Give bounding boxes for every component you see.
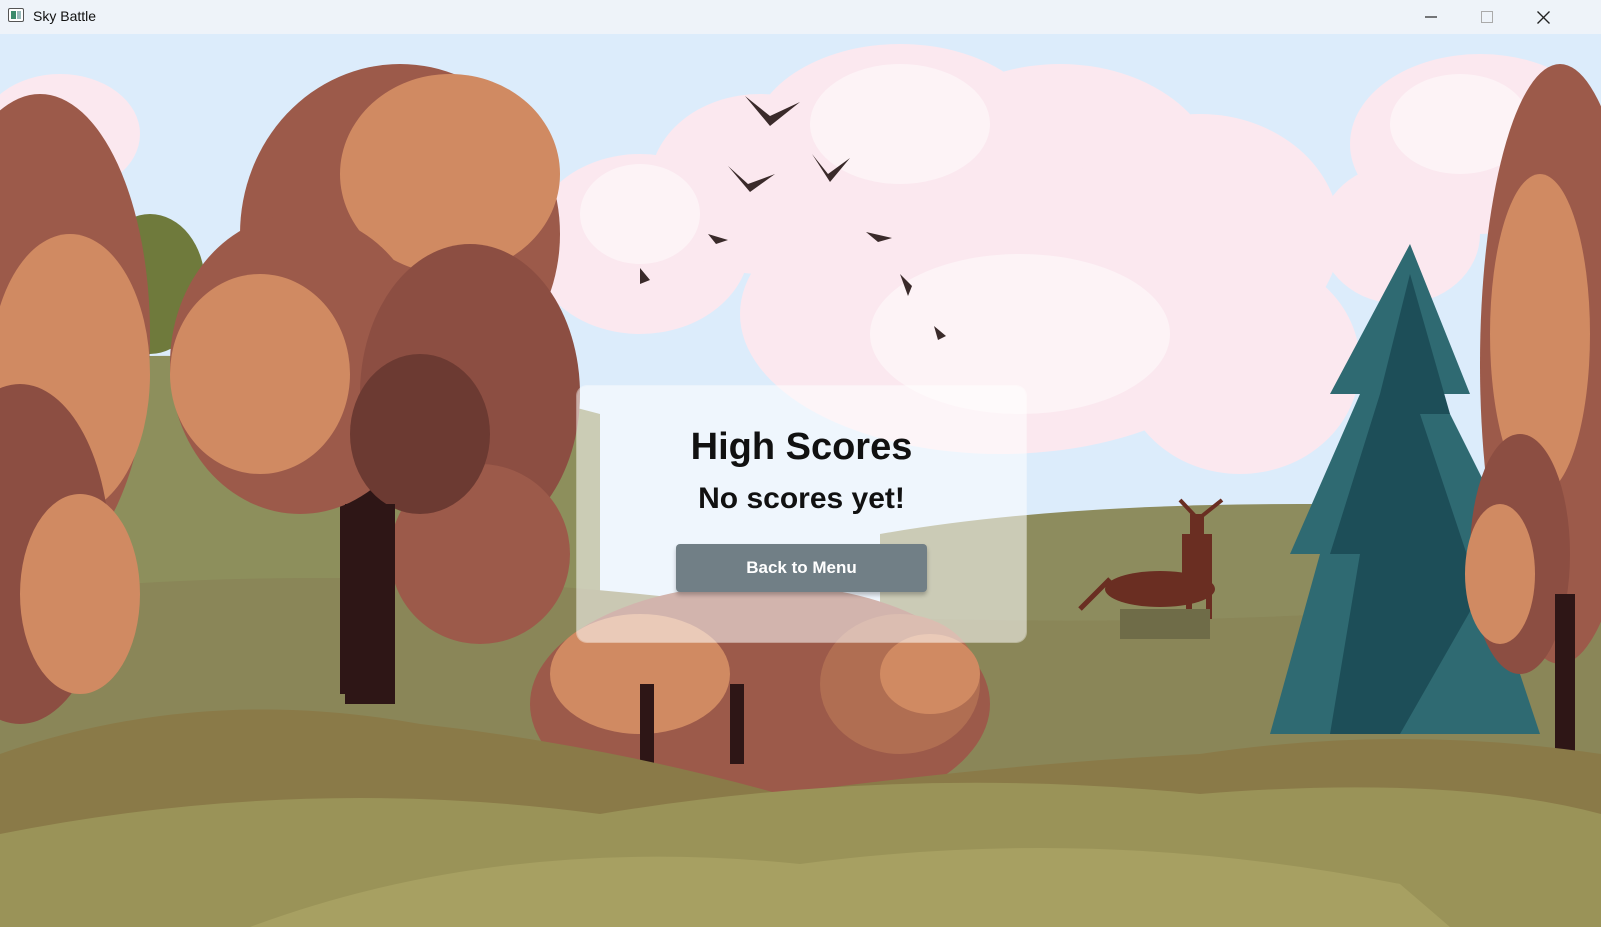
window-title: Sky Battle xyxy=(33,8,97,24)
no-scores-message: No scores yet! xyxy=(698,482,905,515)
title-bar[interactable]: Sky Battle xyxy=(0,0,1601,34)
minimize-button[interactable] xyxy=(1403,0,1459,34)
high-scores-panel: High Scores No scores yet! Back to Menu xyxy=(577,386,1026,642)
high-scores-title: High Scores xyxy=(690,426,913,468)
close-button[interactable] xyxy=(1515,0,1571,34)
game-canvas: High Scores No scores yet! Back to Menu xyxy=(0,34,1601,927)
game-window: Sky Battle High Scores No scores yet! Ba… xyxy=(0,0,1601,927)
minimize-icon xyxy=(1425,16,1437,18)
maximize-icon xyxy=(1481,11,1493,23)
back-to-menu-button[interactable]: Back to Menu xyxy=(676,544,927,592)
close-icon xyxy=(1536,10,1550,24)
maximize-button[interactable] xyxy=(1459,0,1515,34)
app-icon xyxy=(8,8,24,22)
